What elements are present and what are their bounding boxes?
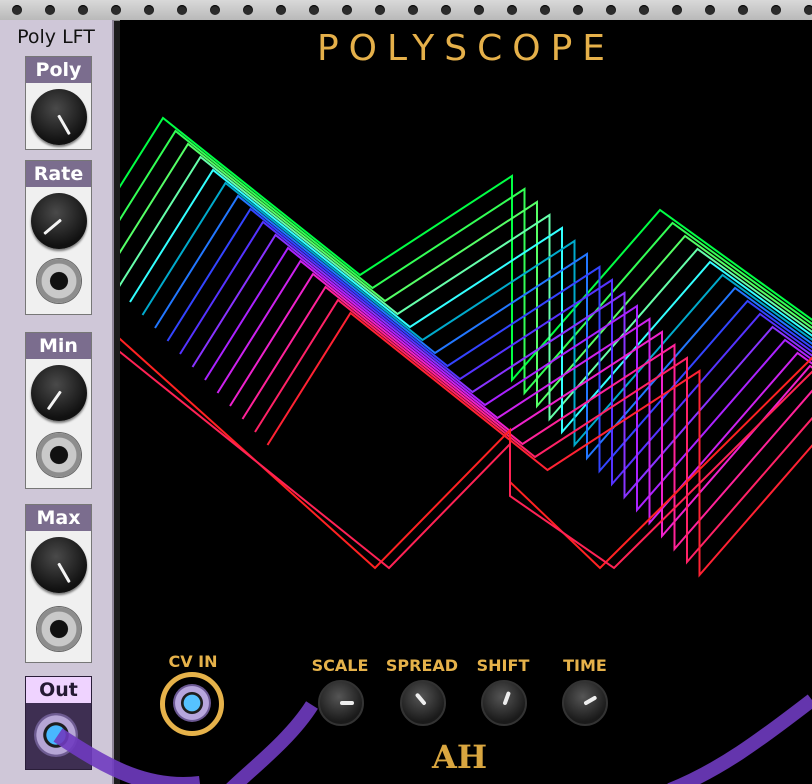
rail-hole [540,5,550,15]
rail-hole [474,5,484,15]
rack-rail [0,0,812,21]
rail-hole [78,5,88,15]
out-section: Out [25,676,92,770]
poly-section: Poly [25,56,92,150]
out-label: Out [26,677,91,703]
spread-label: SPREAD [385,656,459,675]
poly-label: Poly [26,57,91,83]
min-label: Min [26,333,91,359]
rail-hole [441,5,451,15]
polyscope-module: POLYSCOPE CV IN SCALE SPREAD SHIFT TIME … [120,20,812,784]
rate-label: Rate [26,161,91,187]
rail-hole [672,5,682,15]
rail-hole [804,5,812,15]
poly-knob[interactable] [31,89,87,145]
scope-trace [120,155,812,422]
scope-trace [166,207,812,474]
rate-knob[interactable] [31,193,87,249]
rail-hole [342,5,352,15]
rail-hole [408,5,418,15]
rail-hole [738,5,748,15]
time-knob[interactable] [562,680,608,726]
spread-knob[interactable] [400,680,446,726]
rail-hole [210,5,220,15]
max-label: Max [26,505,91,531]
scope-trace [191,233,812,500]
rail-hole [573,5,583,15]
rail-hole [144,5,154,15]
min-knob[interactable] [31,365,87,421]
scope-title: POLYSCOPE [316,28,616,69]
shift-label: SHIFT [476,656,530,675]
rail-hole [45,5,55,15]
scale-label: SCALE [311,656,369,675]
rail-hole [243,5,253,15]
max-cv-jack[interactable] [37,607,81,651]
rate-cv-jack[interactable] [37,259,81,303]
rail-hole [375,5,385,15]
min-cv-jack[interactable] [37,433,81,477]
module-title: Poly LFT [17,26,95,48]
scope-trace [229,272,812,539]
max-section: Max [25,504,92,663]
rail-hole [309,5,319,15]
rail-hole [507,5,517,15]
scale-knob[interactable] [318,680,364,726]
rail-hole [639,5,649,15]
rail-hole [111,5,121,15]
min-section: Min [25,332,92,489]
rail-hole [177,5,187,15]
cv-in-label: CV IN [168,652,218,671]
scope-trace [120,337,812,570]
shift-knob[interactable] [481,680,527,726]
scope-trace [204,246,812,513]
rail-hole [606,5,616,15]
cv-in-jack[interactable] [173,684,211,722]
time-label: TIME [563,656,607,675]
rail-hole [771,5,781,15]
rail-hole [12,5,22,15]
ah-logo: AH [432,738,488,776]
rate-section: Rate [25,160,92,315]
rail-hole [276,5,286,15]
poly-lft-module: Poly LFT Poly Rate Min Max Out [0,20,114,784]
scope-trace [120,142,812,409]
max-knob[interactable] [31,537,87,593]
out-jack[interactable] [34,713,78,757]
rail-hole [705,5,715,15]
